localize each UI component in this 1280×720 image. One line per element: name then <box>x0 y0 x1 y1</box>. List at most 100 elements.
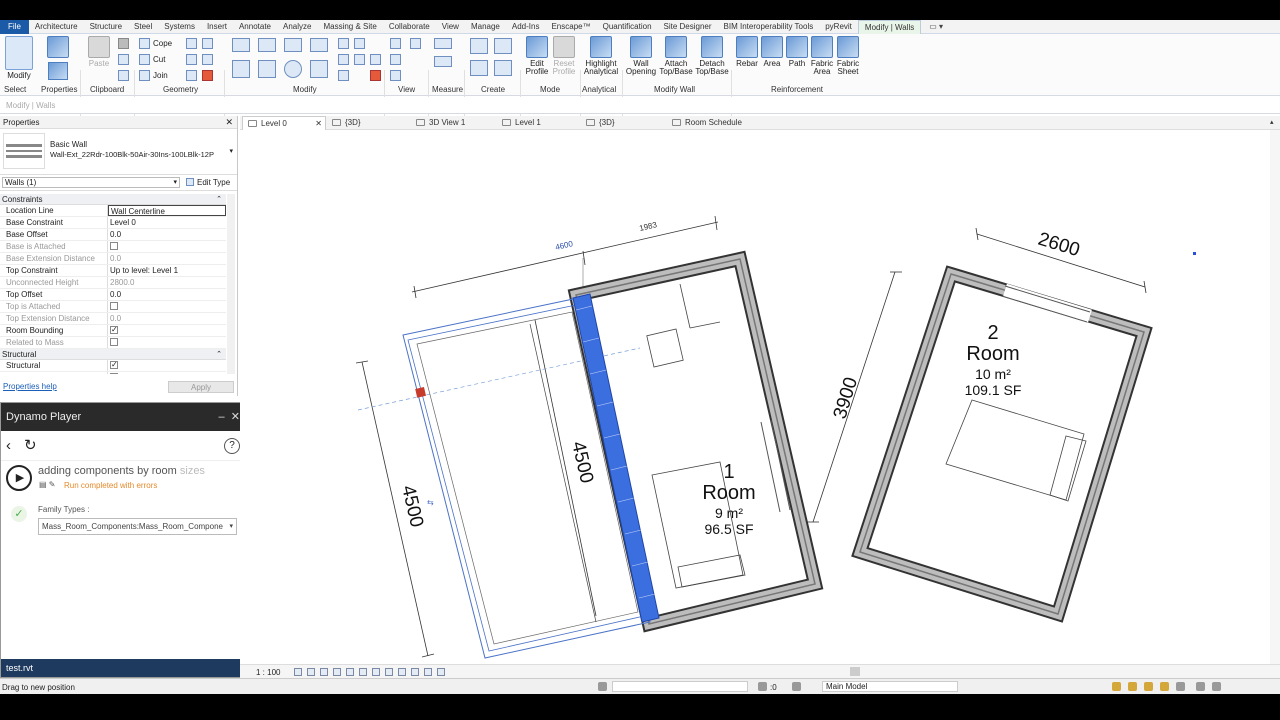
visual-style-icon[interactable] <box>307 668 315 676</box>
split-face-icon[interactable] <box>186 38 197 49</box>
room-2-walls[interactable] <box>851 265 1153 623</box>
select-underlay-icon[interactable] <box>1128 682 1137 691</box>
area-reinforcement-button[interactable]: Area <box>759 36 785 68</box>
match-type-icon[interactable] <box>118 70 129 81</box>
constraints-icon[interactable] <box>437 668 445 676</box>
background-processes-icon[interactable] <box>1196 682 1205 691</box>
chevron-down-icon[interactable]: ▾ <box>229 147 233 155</box>
delete-icon[interactable] <box>370 70 381 81</box>
view-tab-room-schedule[interactable]: Room Schedule <box>668 116 742 130</box>
attach-top-base-button[interactable]: Attach Top/Base <box>658 36 694 76</box>
align-icon[interactable] <box>232 38 250 52</box>
horizontal-scroll-thumb[interactable] <box>850 667 860 676</box>
dim-left[interactable]: 4500 <box>397 483 427 529</box>
type-properties-icon[interactable] <box>48 62 68 80</box>
reset-profile-button[interactable]: Reset Profile <box>550 36 578 76</box>
wall-joins-icon[interactable] <box>202 54 213 65</box>
cope-icon[interactable] <box>139 38 150 49</box>
dimension-icon[interactable] <box>434 56 452 67</box>
tab-site-designer[interactable]: Site Designer <box>658 20 718 34</box>
drag-on-selection-icon[interactable] <box>1176 682 1185 691</box>
tab-pyrevit[interactable]: pyRevit <box>819 20 858 34</box>
properties-button[interactable] <box>44 36 72 60</box>
play-icon[interactable]: ▶ <box>6 465 32 491</box>
remove-paint-icon[interactable] <box>202 70 213 81</box>
highlight-analytical-button[interactable]: Highlight Analytical <box>581 36 621 76</box>
property-row[interactable]: Room Bounding <box>0 325 226 337</box>
mirror-draw-icon[interactable] <box>310 38 328 52</box>
property-row[interactable]: Top Offset 0.0 <box>0 289 226 301</box>
pin-icon[interactable] <box>338 70 349 81</box>
cut-clipboard-icon[interactable] <box>118 38 129 49</box>
property-row[interactable]: Related to Mass <box>0 337 226 349</box>
worksharing-icon[interactable] <box>411 668 419 676</box>
paint-icon[interactable] <box>202 38 213 49</box>
measure-icon[interactable] <box>434 38 452 49</box>
detail-level-icon[interactable] <box>294 668 302 676</box>
property-value[interactable]: Up to level: Level 1 <box>108 265 226 276</box>
properties-help-link[interactable]: Properties help <box>3 382 57 391</box>
fabric-sheet-button[interactable]: Fabric Sheet <box>835 36 861 76</box>
property-checkbox[interactable] <box>110 373 118 374</box>
rebar-button[interactable]: Rebar <box>733 36 761 68</box>
show-crop-icon[interactable] <box>359 668 367 676</box>
modify-button[interactable]: Modify <box>4 36 34 80</box>
mirror-axis-icon[interactable] <box>284 38 302 52</box>
temp-hide-icon[interactable] <box>385 668 393 676</box>
tab-view[interactable]: View <box>436 20 465 34</box>
shadows-icon[interactable] <box>333 668 341 676</box>
view-tab-3d-b[interactable]: {3D} <box>582 116 615 130</box>
dim-top-b[interactable]: 1983 <box>638 220 658 233</box>
cut-geometry-icon[interactable] <box>139 54 150 65</box>
scale-icon[interactable] <box>354 54 365 65</box>
tab-enscape[interactable]: Enscape™ <box>545 20 596 34</box>
property-row[interactable]: Location Line Wall Centerline <box>0 205 226 217</box>
dim-right-side[interactable]: 3900 <box>830 375 862 422</box>
group-select[interactable]: Select <box>4 85 26 94</box>
view-tab-level-0[interactable]: Level 0 ✕ <box>242 116 326 130</box>
selection-box-icon[interactable] <box>390 70 401 81</box>
split-icon[interactable] <box>338 38 349 49</box>
type-selector[interactable]: Basic Wall Wall-Ext_22Rdr-100Blk-50Air-3… <box>0 129 237 175</box>
sun-path-icon[interactable] <box>320 668 328 676</box>
property-row[interactable]: Top Extension Distance 0.0 <box>0 313 226 325</box>
tab-steel[interactable]: Steel <box>128 20 158 34</box>
edit-type-button[interactable]: Edit Type <box>186 178 230 187</box>
copy-clipboard-icon[interactable] <box>118 54 129 65</box>
tab-analyze[interactable]: Analyze <box>277 20 317 34</box>
property-value[interactable] <box>108 360 226 371</box>
path-reinforcement-button[interactable]: Path <box>785 36 809 68</box>
tab-massing-site[interactable]: Massing & Site <box>317 20 382 34</box>
create-group-icon[interactable] <box>494 38 512 54</box>
tab-add-ins[interactable]: Add-Ins <box>506 20 546 34</box>
filter-icon[interactable] <box>758 682 767 691</box>
refresh-icon[interactable]: ↻ <box>24 436 37 454</box>
unjoin-icon[interactable] <box>186 70 197 81</box>
group-structural[interactable]: Structural ⌃ <box>0 349 226 360</box>
flip-arrows-icon[interactable]: ⇆ <box>427 498 434 507</box>
array-icon[interactable] <box>338 54 349 65</box>
select-pinned-icon[interactable] <box>1144 682 1153 691</box>
cut-label[interactable]: Cut <box>153 55 165 64</box>
property-checkbox[interactable] <box>110 325 118 335</box>
trim-extend-icon[interactable] <box>310 60 328 78</box>
copy-icon[interactable] <box>258 60 276 78</box>
linework-icon[interactable] <box>410 38 421 49</box>
ribbon-options-icon[interactable]: ▭ ▾ <box>929 22 943 31</box>
lock-view-icon[interactable] <box>372 668 380 676</box>
property-row[interactable]: Unconnected Height 2800.0 <box>0 277 226 289</box>
create-assembly-icon[interactable] <box>470 38 488 54</box>
select-by-face-icon[interactable] <box>1160 682 1169 691</box>
vertical-scrollbar[interactable] <box>1270 130 1280 664</box>
select-links-icon[interactable] <box>1112 682 1121 691</box>
back-icon[interactable]: ‹ <box>6 437 11 454</box>
floor-plan[interactable]: ⇆ 4600 1983 4500 4500 2600 3900 1 Room 9… <box>240 130 1270 664</box>
instance-filter-select[interactable]: Walls (1) ▾ <box>2 177 180 188</box>
unpin-icon[interactable] <box>370 54 381 65</box>
tab-quantification[interactable]: Quantification <box>597 20 658 34</box>
demolish-icon[interactable] <box>186 54 197 65</box>
fabric-area-button[interactable]: Fabric Area <box>809 36 835 76</box>
properties-scrollbar[interactable] <box>227 194 235 374</box>
property-row[interactable]: Base is Attached <box>0 241 226 253</box>
design-options-icon[interactable] <box>792 682 801 691</box>
